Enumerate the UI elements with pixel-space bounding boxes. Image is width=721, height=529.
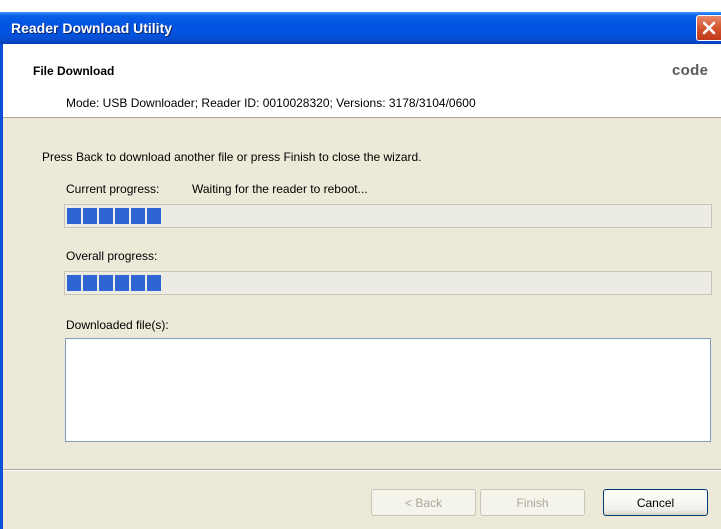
current-progress-label: Current progress: — [66, 182, 160, 196]
brand-logo: code — [672, 62, 709, 79]
progress-block — [99, 275, 113, 291]
button-separator — [3, 469, 721, 471]
window-title: Reader Download Utility — [11, 20, 173, 36]
downloaded-files-list[interactable] — [65, 338, 711, 442]
overall-progress-bar — [64, 271, 712, 295]
current-progress-status: Waiting for the reader to reboot... — [192, 182, 368, 196]
overall-progress-fill — [67, 275, 161, 291]
instruction-text: Press Back to download another file or p… — [42, 150, 422, 164]
back-button[interactable]: < Back — [371, 489, 476, 516]
current-progress-bar — [64, 204, 712, 228]
progress-block — [115, 208, 129, 224]
progress-block — [131, 208, 145, 224]
overall-progress-label: Overall progress: — [66, 249, 158, 263]
progress-block — [67, 275, 81, 291]
mode-info: Mode: USB Downloader; Reader ID: 0010028… — [66, 96, 476, 110]
current-progress-fill — [67, 208, 161, 224]
downloaded-files-label: Downloaded file(s): — [66, 318, 169, 332]
close-icon — [702, 21, 716, 35]
window-left-border — [0, 44, 3, 529]
finish-button[interactable]: Finish — [480, 489, 585, 516]
progress-block — [147, 208, 161, 224]
close-button[interactable] — [696, 15, 721, 41]
title-bar: Reader Download Utility — [0, 12, 721, 44]
progress-block — [67, 208, 81, 224]
progress-block — [131, 275, 145, 291]
progress-block — [83, 208, 97, 224]
progress-block — [99, 208, 113, 224]
cancel-button[interactable]: Cancel — [603, 489, 708, 516]
page-title: File Download — [33, 64, 115, 78]
progress-block — [83, 275, 97, 291]
wizard-header: File Download code Mode: USB Downloader;… — [0, 44, 721, 118]
progress-block — [115, 275, 129, 291]
progress-block — [147, 275, 161, 291]
screen-top-strip — [0, 0, 721, 12]
